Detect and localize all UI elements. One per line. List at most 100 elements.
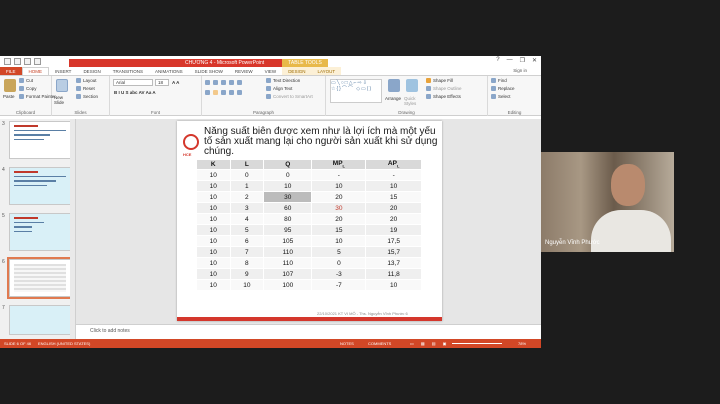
layout-button[interactable]: Layout (76, 78, 97, 83)
table-cell[interactable]: 15 (311, 224, 367, 236)
list-buttons[interactable] (205, 80, 242, 85)
table-cell[interactable]: 0 (311, 257, 367, 269)
view-buttons[interactable]: ▭ ▦ ▤ ▣ (410, 339, 449, 348)
find-button[interactable]: Find (491, 78, 507, 83)
table-cell[interactable]: 5 (229, 224, 265, 236)
table-cell[interactable]: 4 (229, 213, 265, 225)
cut-button[interactable]: Cut (19, 78, 33, 83)
slide-canvas[interactable]: HCE Năng suất biên được xem như là lợi í… (177, 121, 442, 321)
language-indicator[interactable]: ENGLISH (UNITED STATES) (38, 339, 90, 348)
slide-title[interactable]: Năng suất biên được xem như là lợi ích m… (204, 127, 440, 157)
quick-styles-button[interactable]: Quick Styles (404, 96, 422, 106)
text-direction-button[interactable]: Text Direction (266, 78, 300, 83)
table-cell[interactable]: 10 (229, 279, 265, 291)
table-cell[interactable]: 15 (365, 191, 422, 203)
format-painter-button[interactable]: Format Painter (19, 94, 56, 99)
table-cell[interactable]: 9 (229, 268, 265, 280)
table-cell[interactable]: 11,8 (365, 268, 422, 280)
table-cell[interactable]: 20 (311, 191, 367, 203)
grow-shrink-font[interactable]: A A (172, 80, 179, 85)
select-button[interactable]: Select (491, 94, 511, 99)
table-cell[interactable]: 95 (263, 224, 313, 236)
tab-slide-show[interactable]: SLIDE SHOW (189, 67, 229, 75)
thumbnail-scrollbar[interactable] (70, 119, 75, 339)
minimize-button[interactable]: — (507, 57, 513, 64)
replace-button[interactable]: Replace (491, 86, 515, 91)
shapes-gallery[interactable]: ▭╲○□△⌐⇨⇩ ☆{}⌒⌒ ◇▭() (330, 79, 382, 103)
table-cell[interactable]: 105 (263, 235, 313, 247)
undo-icon[interactable] (14, 58, 21, 65)
tab-transitions[interactable]: TRANSITIONS (107, 67, 149, 75)
save-icon[interactable] (4, 58, 11, 65)
font-name-combo[interactable]: Arial (113, 79, 153, 86)
table-cell[interactable]: 10 (196, 191, 231, 203)
data-table[interactable]: K L Q MPL APL 10 0 0- -10 1 10 10 10 10 2 30 20 15 10 3 60 3… (196, 159, 422, 291)
slide-thumbnail-7[interactable] (9, 305, 71, 335)
slide-thumbnail-6[interactable] (7, 257, 73, 299)
table-cell[interactable]: 60 (263, 202, 313, 214)
table-cell[interactable]: 10 (196, 257, 231, 269)
table-cell[interactable]: 10 (263, 180, 313, 192)
table-cell[interactable]: 2 (229, 191, 265, 203)
reset-button[interactable]: Reset (76, 86, 95, 91)
paste-button[interactable]: Paste (3, 94, 15, 99)
shape-effects-button[interactable]: Shape Effects (426, 94, 461, 99)
slide-thumbnail-5[interactable] (9, 213, 71, 251)
copy-button[interactable]: Copy (19, 86, 37, 91)
notes-pane[interactable]: Click to add notes (76, 324, 541, 339)
table-cell[interactable]: 10 (196, 268, 231, 280)
slide-thumbnail-4[interactable] (9, 167, 71, 205)
table-cell[interactable]: 17,5 (365, 235, 422, 247)
font-size-combo[interactable]: 18 (155, 79, 169, 86)
comments-toggle[interactable]: COMMENTS (368, 339, 391, 348)
new-slide-icon[interactable] (56, 79, 68, 92)
align-buttons[interactable] (205, 90, 242, 95)
table-cell[interactable]: 13,7 (365, 257, 422, 269)
table-cell[interactable]: 110 (263, 246, 313, 258)
table-cell[interactable]: 10 (196, 279, 231, 291)
shape-fill-button[interactable]: Shape Fill (426, 78, 453, 83)
zoom-level[interactable]: 78% (518, 339, 526, 348)
table-cell[interactable]: 19 (365, 224, 422, 236)
table-cell[interactable]: 5 (311, 246, 367, 258)
table-cell[interactable]: 30 (263, 191, 313, 203)
table-cell[interactable]: 10 (196, 202, 231, 214)
table-cell[interactable]: 10 (365, 180, 422, 192)
sign-in-link[interactable]: Sign in (513, 68, 527, 73)
help-button[interactable]: ? (496, 57, 499, 64)
table-cell[interactable]: 107 (263, 268, 313, 280)
tab-insert[interactable]: INSERT (49, 67, 77, 75)
table-cell[interactable]: -7 (311, 279, 367, 291)
table-cell[interactable]: 6 (229, 235, 265, 247)
table-cell[interactable]: 20 (311, 213, 367, 225)
zoom-slider[interactable] (452, 343, 502, 344)
redo-icon[interactable] (24, 58, 31, 65)
shape-outline-button[interactable]: Shape Outline (426, 86, 462, 91)
table-cell[interactable]: 10 (196, 246, 231, 258)
tab-view[interactable]: VIEW (259, 67, 283, 75)
font-style-buttons[interactable]: B I U S abc AV Aa A (114, 90, 156, 95)
tab-table-layout[interactable]: LAYOUT (311, 67, 342, 75)
table-cell[interactable]: 7 (229, 246, 265, 258)
align-text-button[interactable]: Align Text (266, 86, 292, 91)
notes-toggle[interactable]: NOTES (340, 339, 354, 348)
table-cell[interactable]: 10 (311, 180, 367, 192)
tab-table-design[interactable]: DESIGN (282, 67, 312, 75)
convert-smartart-button[interactable]: Convert to SmartArt (266, 94, 313, 99)
table-cell[interactable]: - (365, 169, 422, 181)
table-cell[interactable]: 30 (311, 202, 367, 214)
table-cell[interactable]: 0 (229, 169, 265, 181)
tab-design[interactable]: DESIGN (77, 67, 106, 75)
table-cell[interactable]: 10 (196, 213, 231, 225)
section-button[interactable]: Section (76, 94, 98, 99)
paste-icon[interactable] (4, 79, 16, 92)
present-icon[interactable] (34, 58, 41, 65)
table-cell[interactable]: 10 (196, 224, 231, 236)
table-cell[interactable]: -3 (311, 268, 367, 280)
table-cell[interactable]: 0 (263, 169, 313, 181)
arrange-button[interactable]: Arrange (385, 96, 401, 101)
table-cell[interactable]: 10 (365, 279, 422, 291)
table-cell[interactable]: 10 (196, 235, 231, 247)
table-cell[interactable]: - (311, 169, 367, 181)
table-cell[interactable]: 15,7 (365, 246, 422, 258)
